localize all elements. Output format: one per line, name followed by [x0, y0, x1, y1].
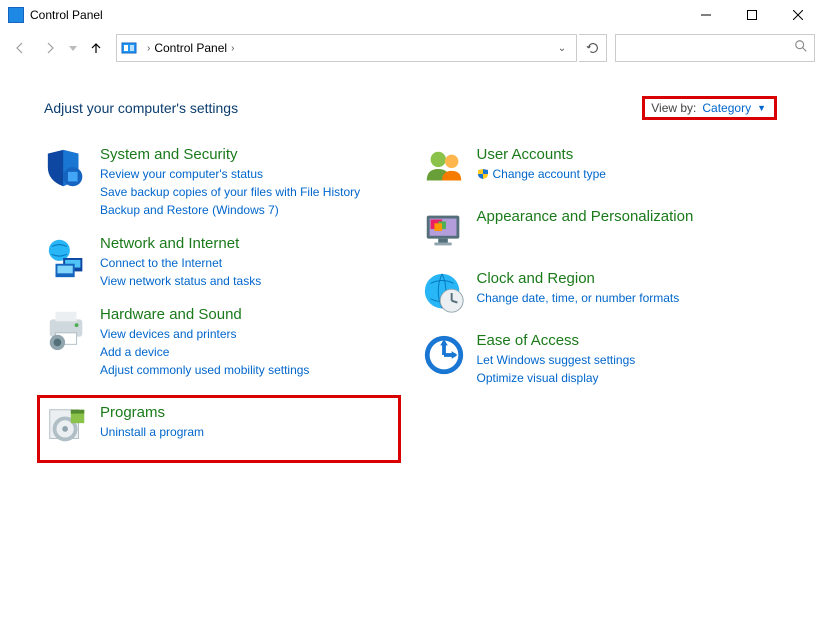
uac-shield-icon — [477, 167, 489, 179]
header-row: Adjust your computer's settings View by:… — [44, 96, 777, 120]
forward-button[interactable] — [36, 34, 64, 62]
category-hardware-sound: Hardware and Sound View devices and prin… — [44, 306, 401, 379]
link-connect-internet[interactable]: Connect to the Internet — [100, 254, 401, 272]
category-title[interactable]: User Accounts — [477, 146, 778, 163]
view-by-label: View by: — [651, 101, 696, 115]
right-column: User Accounts Change account type Appear… — [421, 146, 778, 479]
programs-icon — [44, 404, 90, 450]
control-panel-app-icon — [8, 7, 24, 23]
shield-icon — [44, 146, 90, 192]
category-network-internet: Network and Internet Connect to the Inte… — [44, 235, 401, 290]
clock-globe-icon — [421, 270, 467, 316]
address-bar[interactable]: › Control Panel › ⌄ — [116, 34, 577, 62]
window-title: Control Panel — [30, 8, 683, 22]
view-by-selector[interactable]: View by: Category ▼ — [642, 96, 777, 120]
minimize-button[interactable] — [683, 0, 729, 30]
breadcrumb-root[interactable]: Control Panel — [154, 41, 227, 55]
category-title[interactable]: Ease of Access — [477, 332, 778, 349]
refresh-button[interactable] — [579, 34, 607, 62]
chevron-right-icon[interactable]: › — [231, 43, 234, 54]
link-backup-restore[interactable]: Backup and Restore (Windows 7) — [100, 201, 401, 219]
category-grid: System and Security Review your computer… — [44, 146, 777, 479]
printer-icon — [44, 306, 90, 352]
window-controls — [683, 0, 821, 29]
link-change-date-time[interactable]: Change date, time, or number formats — [477, 289, 778, 307]
close-button[interactable] — [775, 0, 821, 30]
navigation-bar: › Control Panel › ⌄ — [0, 30, 821, 66]
category-programs: Programs Uninstall a program — [37, 395, 401, 463]
category-title[interactable]: System and Security — [100, 146, 401, 163]
link-review-status[interactable]: Review your computer's status — [100, 165, 401, 183]
titlebar: Control Panel — [0, 0, 821, 30]
content-area: Adjust your computer's settings View by:… — [0, 66, 821, 479]
view-by-value: Category — [702, 101, 751, 115]
network-icon — [44, 235, 90, 281]
link-uninstall-program[interactable]: Uninstall a program — [100, 423, 390, 441]
link-add-device[interactable]: Add a device — [100, 343, 401, 361]
link-network-status[interactable]: View network status and tasks — [100, 272, 401, 290]
search-icon[interactable] — [794, 39, 808, 58]
category-user-accounts: User Accounts Change account type — [421, 146, 778, 192]
back-button[interactable] — [6, 34, 34, 62]
chevron-right-icon[interactable]: › — [147, 43, 150, 54]
category-title[interactable]: Programs — [100, 404, 390, 421]
link-devices-printers[interactable]: View devices and printers — [100, 325, 401, 343]
caret-down-icon: ▼ — [757, 103, 766, 113]
category-title[interactable]: Appearance and Personalization — [477, 208, 778, 225]
link-change-account-type[interactable]: Change account type — [477, 165, 778, 183]
control-panel-icon — [121, 40, 137, 56]
category-clock-region: Clock and Region Change date, time, or n… — [421, 270, 778, 316]
appearance-icon — [421, 208, 467, 254]
category-ease-of-access: Ease of Access Let Windows suggest setti… — [421, 332, 778, 387]
address-history-dropdown[interactable]: ⌄ — [552, 43, 572, 54]
link-optimize-display[interactable]: Optimize visual display — [477, 369, 778, 387]
page-heading: Adjust your computer's settings — [44, 100, 642, 116]
search-input[interactable] — [622, 41, 794, 55]
search-box[interactable] — [615, 34, 815, 62]
maximize-button[interactable] — [729, 0, 775, 30]
left-column: System and Security Review your computer… — [44, 146, 401, 479]
category-title[interactable]: Clock and Region — [477, 270, 778, 287]
category-system-security: System and Security Review your computer… — [44, 146, 401, 219]
category-title[interactable]: Hardware and Sound — [100, 306, 401, 323]
category-appearance-personalization: Appearance and Personalization — [421, 208, 778, 254]
link-file-history[interactable]: Save backup copies of your files with Fi… — [100, 183, 401, 201]
link-mobility-settings[interactable]: Adjust commonly used mobility settings — [100, 361, 401, 379]
up-button[interactable] — [82, 34, 110, 62]
user-accounts-icon — [421, 146, 467, 192]
link-text: Change account type — [493, 167, 606, 181]
category-title[interactable]: Network and Internet — [100, 235, 401, 252]
link-suggest-settings[interactable]: Let Windows suggest settings — [477, 351, 778, 369]
ease-of-access-icon — [421, 332, 467, 378]
recent-locations-dropdown[interactable] — [66, 34, 80, 62]
